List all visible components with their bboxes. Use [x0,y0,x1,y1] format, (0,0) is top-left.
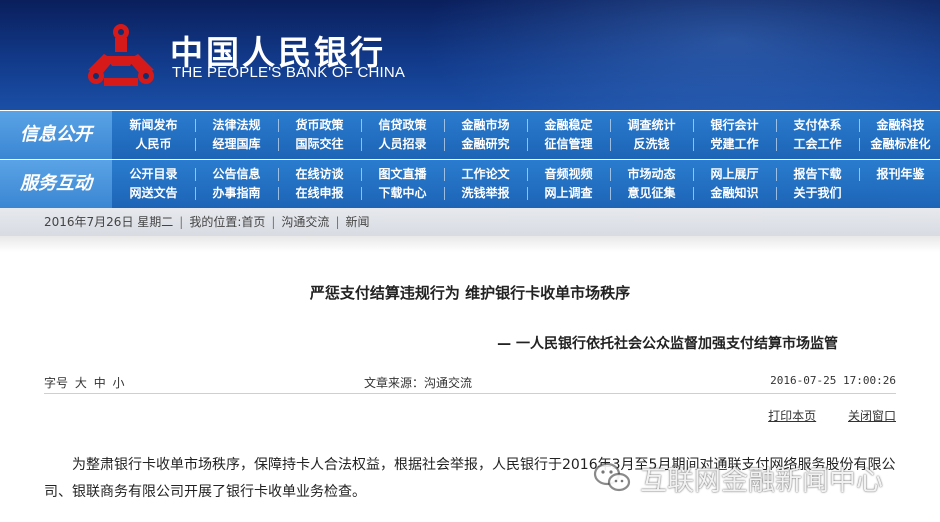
nav-link[interactable]: 下载中心 [361,184,444,203]
nav-link[interactable]: 征信管理 [527,135,610,154]
nav-link[interactable]: 公告信息 [195,165,278,184]
nav-link[interactable]: 金融科技 [859,116,940,135]
nav-info-label: 信息公开 [0,111,112,159]
nav-link[interactable]: 人员招录 [361,135,444,154]
nav-link[interactable]: 银行会计 [693,116,776,135]
nav-link[interactable]: 金融标准化 [859,135,940,154]
nav-service-label: 服务互动 [0,160,112,208]
nav-info-bar: 信息公开 新闻发布 法律法规 货币政策 信贷政策 金融市场 金融稳定 调查统计 … [0,111,940,159]
nav-link[interactable]: 办事指南 [195,184,278,203]
nav-link[interactable]: 关于我们 [776,184,859,203]
nav-link[interactable]: 网上调查 [527,184,610,203]
divider: | [179,215,184,229]
nav-link[interactable]: 金融市场 [444,116,527,135]
font-size-medium-button[interactable]: 中 [94,376,106,390]
breadcrumb-current-link[interactable]: 新闻 [345,215,369,229]
nav-link[interactable]: 公开目录 [112,165,195,184]
nav-link[interactable]: 支付体系 [776,116,859,135]
nav-service-bar: 服务互动 公开目录 公告信息 在线访谈 图文直播 工作论文 音频视频 市场动态 … [0,160,940,208]
nav-link[interactable]: 党建工作 [693,135,776,154]
breadcrumb: 2016年7月26日 星期二 | 我的位置:首页 | 沟通交流 | 新闻 [0,208,940,236]
nav-link[interactable]: 反洗钱 [610,135,693,154]
breadcrumb-home-link[interactable]: 首页 [241,215,265,229]
nav-link[interactable]: 货币政策 [278,116,361,135]
divider: | [271,215,276,229]
nav-link[interactable]: 工会工作 [776,135,859,154]
nav-link[interactable]: 报告下载 [776,165,859,184]
article-meta: 字号 大 中 小 文章来源：沟通交流 2016-07-25 17:00:26 [44,374,896,390]
font-size-large-button[interactable]: 大 [75,376,87,390]
article-date: 2016-07-25 17:00:26 [770,374,896,387]
current-date: 2016年7月26日 星期二 [44,215,174,229]
section-shadow [0,236,940,252]
article-actions: 打印本页 关闭窗口 [740,407,896,424]
font-size-controls: 字号 大 中 小 [44,374,125,391]
font-size-small-button[interactable]: 小 [113,376,125,390]
print-page-link[interactable]: 打印本页 [768,409,816,423]
meta-divider [44,393,896,394]
nav-link[interactable]: 网送文告 [112,184,195,203]
watermark-text: 互联网金融新闻中心 [640,465,883,497]
nav-link[interactable]: 调查统计 [610,116,693,135]
nav-link[interactable]: 金融知识 [693,184,776,203]
nav-link[interactable]: 国际交往 [278,135,361,154]
nav-link[interactable]: 在线访谈 [278,165,361,184]
nav-link[interactable]: 在线申报 [278,184,361,203]
article-subtitle: — 一人民银行依托社会公众监督加强支付结算市场监管 [497,336,838,352]
nav-link[interactable]: 工作论文 [444,165,527,184]
nav-link[interactable]: 音频视频 [527,165,610,184]
close-window-link[interactable]: 关闭窗口 [848,409,896,423]
location-label: 我的位置: [189,215,242,229]
wechat-icon [593,462,631,492]
nav-link[interactable]: 意见征集 [610,184,693,203]
divider: | [335,215,340,229]
logo-english-name[interactable]: THE PEOPLE'S BANK OF CHINA [172,64,405,81]
site-header: 中国人民银行 THE PEOPLE'S BANK OF CHINA [0,0,940,110]
nav-link[interactable]: 金融研究 [444,135,527,154]
nav-service-links: 公开目录 公告信息 在线访谈 图文直播 工作论文 音频视频 市场动态 网上展厅 … [112,165,940,203]
nav-link[interactable]: 法律法规 [195,116,278,135]
pboc-emblem-icon[interactable] [84,20,158,88]
nav-link[interactable]: 网上展厅 [693,165,776,184]
nav-link[interactable]: 洗钱举报 [444,184,527,203]
nav-link[interactable]: 人民币 [112,135,195,154]
breadcrumb-section-link[interactable]: 沟通交流 [281,215,329,229]
font-size-label: 字号 [44,376,69,390]
watermark: 互联网金融新闻中心 [592,458,883,498]
nav-link[interactable]: 金融稳定 [527,116,610,135]
article-title: 严惩支付结算违规行为 维护银行卡收单市场秩序 [309,284,631,302]
nav-link[interactable]: 报刊年鉴 [859,165,940,184]
nav-link[interactable]: 新闻发布 [112,116,195,135]
nav-link[interactable]: 图文直播 [361,165,444,184]
article-source: 文章来源：沟通交流 [364,376,473,390]
nav-link[interactable]: 市场动态 [610,165,693,184]
nav-link[interactable]: 经理国库 [195,135,278,154]
nav-info-links: 新闻发布 法律法规 货币政策 信贷政策 金融市场 金融稳定 调查统计 银行会计 … [112,116,940,154]
nav-link[interactable]: 信贷政策 [361,116,444,135]
header-glow [420,0,940,110]
